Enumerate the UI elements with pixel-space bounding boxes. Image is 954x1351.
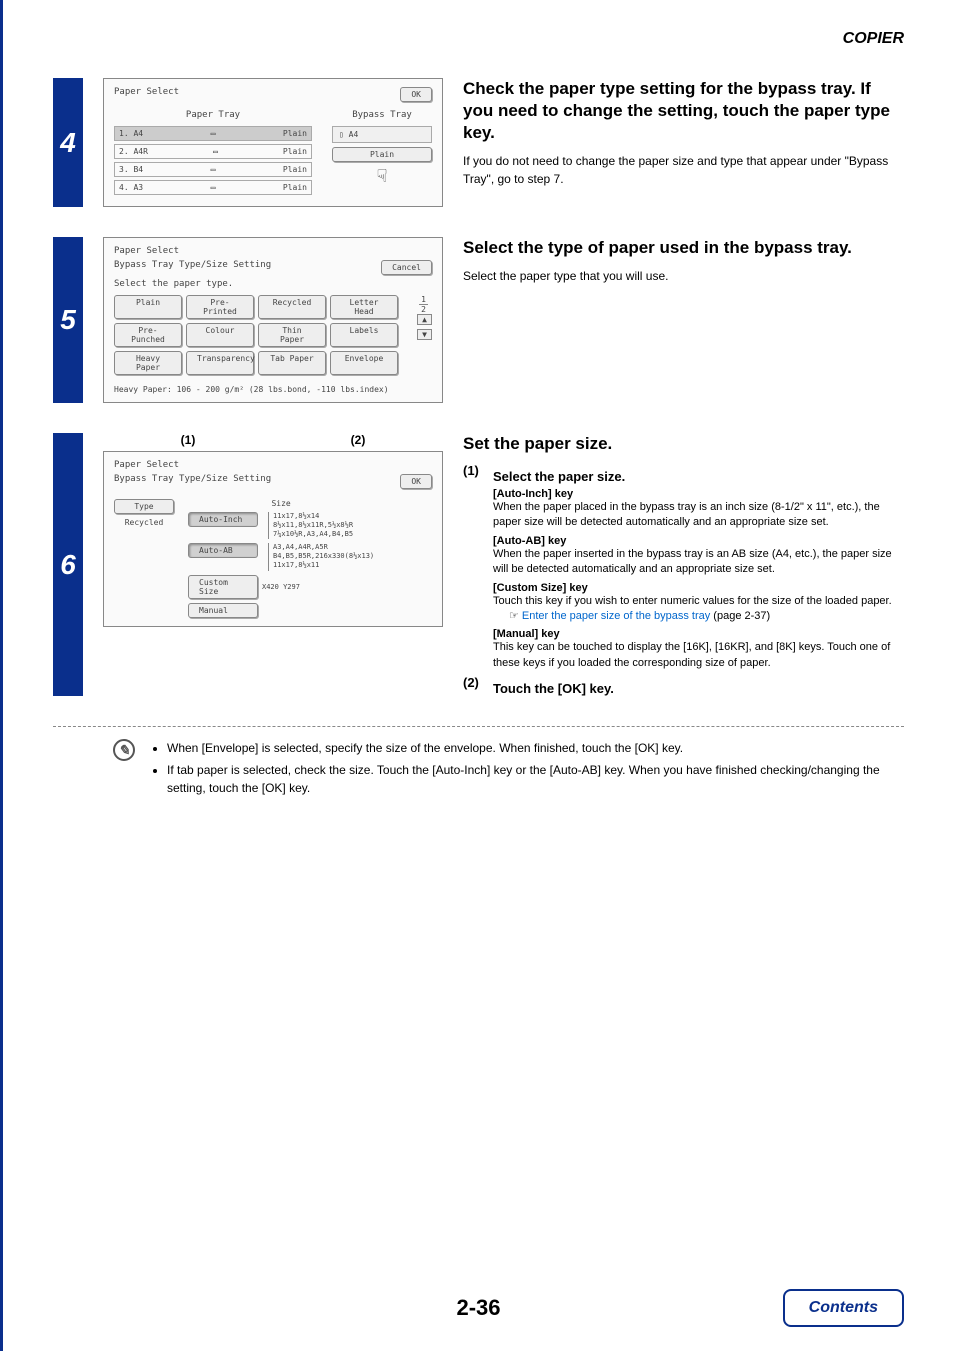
tip-block: ✎ When [Envelope] is selected, specify t… bbox=[53, 739, 904, 801]
paper-select-panel: Paper Select OK Paper Tray 1. A4▭Plain 2… bbox=[103, 78, 443, 207]
type-btn[interactable]: Pre-Printed bbox=[186, 295, 254, 319]
substep-heading: Touch the [OK] key. bbox=[493, 681, 904, 696]
panel-subtitle: Bypass Tray Type/Size Setting bbox=[114, 474, 271, 489]
custom-size-value: X420 Y297 bbox=[262, 583, 300, 591]
step-body: Select the paper type that you will use. bbox=[463, 267, 904, 285]
key-label: [Manual] key bbox=[493, 628, 904, 640]
callout-2: (2) bbox=[351, 433, 366, 447]
panel-title: Paper Select bbox=[114, 87, 179, 102]
type-btn[interactable]: Heavy Paper bbox=[114, 351, 182, 375]
substep-num: (1) bbox=[463, 463, 485, 671]
substep-heading: Select the paper size. bbox=[493, 469, 904, 484]
note-icon: ✎ bbox=[113, 739, 135, 761]
pointer-icon: ☟ bbox=[332, 166, 432, 187]
tray-row[interactable]: 2. A4R▭Plain bbox=[114, 144, 312, 159]
page-total: 2 bbox=[421, 305, 426, 314]
scroll-up-button[interactable]: ▲ bbox=[417, 314, 432, 325]
panel-title: Paper Select bbox=[114, 460, 432, 470]
panel-subtitle: Bypass Tray Type/Size Setting bbox=[114, 260, 271, 275]
heavy-paper-note: Heavy Paper: 106 - 200 g/m² (28 lbs.bond… bbox=[114, 385, 432, 394]
type-btn[interactable]: Tab Paper bbox=[258, 351, 326, 375]
type-btn[interactable]: Colour bbox=[186, 323, 254, 347]
step-4-text: Check the paper type setting for the byp… bbox=[463, 78, 904, 207]
type-btn[interactable]: Recycled bbox=[258, 295, 326, 319]
tray-row[interactable]: 1. A4▭Plain bbox=[114, 126, 312, 141]
step-number-4: 4 bbox=[53, 78, 83, 207]
key-label: [Auto-Inch] key bbox=[493, 488, 904, 500]
panel-title: Paper Select bbox=[114, 246, 432, 256]
type-value: Recycled bbox=[114, 518, 174, 527]
type-btn[interactable]: Letter Head bbox=[330, 295, 398, 319]
ok-button[interactable]: OK bbox=[400, 87, 432, 102]
ab-sizes: A3,A4,A4R,A5R B4,B5,B5R,216x330(8½x13) 1… bbox=[268, 543, 374, 570]
tray-row[interactable]: 3. B4▭Plain bbox=[114, 162, 312, 177]
step-title: Set the paper size. bbox=[463, 433, 904, 455]
inch-sizes: 11x17,8½x14 8½x11,8½x11R,5½x8½R 7¼x10½R,… bbox=[268, 512, 353, 539]
scroll-down-button[interactable]: ▼ bbox=[417, 329, 432, 340]
tray-row[interactable]: 4. A3▭Plain bbox=[114, 180, 312, 195]
step-5: 5 Paper Select Bypass Tray Type/Size Set… bbox=[53, 237, 904, 403]
bypass-tray-heading: Bypass Tray bbox=[332, 110, 432, 120]
size-label: Size bbox=[188, 499, 374, 508]
tip-item: If tab paper is selected, check the size… bbox=[167, 761, 904, 797]
page-footer: 2-36 Contents bbox=[3, 1295, 954, 1321]
step-6-text: Set the paper size. (1) Select the paper… bbox=[463, 433, 904, 696]
cancel-button[interactable]: Cancel bbox=[381, 260, 432, 275]
bypass-size: ▯ A4 bbox=[332, 126, 432, 143]
paper-size-panel: Paper Select Bypass Tray Type/Size Setti… bbox=[103, 451, 443, 627]
type-button[interactable]: Type bbox=[114, 499, 174, 514]
section-header: COPIER bbox=[53, 30, 904, 48]
auto-ab-button[interactable]: Auto-AB bbox=[188, 543, 258, 558]
paper-type-panel: Paper Select Bypass Tray Type/Size Setti… bbox=[103, 237, 443, 403]
step-title: Select the type of paper used in the byp… bbox=[463, 237, 904, 259]
page-indicator: 1 bbox=[419, 295, 428, 305]
panel-prompt: Select the paper type. bbox=[114, 279, 432, 289]
key-desc: This key can be touched to display the [… bbox=[493, 640, 904, 671]
type-btn[interactable]: Envelope bbox=[330, 351, 398, 375]
key-label: [Custom Size] key bbox=[493, 582, 904, 594]
separator bbox=[53, 726, 904, 727]
cross-ref-link[interactable]: Enter the paper size of the bypass tray bbox=[522, 610, 710, 622]
screenshot-6: (1) (2) Paper Select Bypass Tray Type/Si… bbox=[103, 433, 443, 696]
step-number-6: 6 bbox=[53, 433, 83, 696]
substep-num: (2) bbox=[463, 675, 485, 696]
type-btn[interactable]: Plain bbox=[114, 295, 182, 319]
step-number-5: 5 bbox=[53, 237, 83, 403]
step-6: 6 (1) (2) Paper Select Bypass Tray Type/… bbox=[53, 433, 904, 696]
step-body: If you do not need to change the paper s… bbox=[463, 152, 904, 188]
paper-tray-heading: Paper Tray bbox=[114, 110, 312, 120]
manual-button[interactable]: Manual bbox=[188, 603, 258, 618]
callout-1: (1) bbox=[181, 433, 196, 447]
key-desc: When the paper placed in the bypass tray… bbox=[493, 500, 904, 531]
key-desc: When the paper inserted in the bypass tr… bbox=[493, 547, 904, 578]
key-label: [Auto-AB] key bbox=[493, 535, 904, 547]
key-desc: Touch this key if you wish to enter nume… bbox=[493, 594, 904, 609]
step-5-text: Select the type of paper used in the byp… bbox=[463, 237, 904, 403]
page-number: 2-36 bbox=[456, 1295, 500, 1321]
step-title: Check the paper type setting for the byp… bbox=[463, 78, 904, 144]
custom-size-button[interactable]: Custom Size bbox=[188, 575, 258, 599]
type-btn[interactable]: Transparency bbox=[186, 351, 254, 375]
auto-inch-button[interactable]: Auto-Inch bbox=[188, 512, 258, 527]
type-btn[interactable]: Labels bbox=[330, 323, 398, 347]
paper-type-grid: Plain Pre-Printed Recycled Letter Head P… bbox=[114, 295, 409, 375]
contents-button[interactable]: Contents bbox=[783, 1289, 904, 1327]
ok-button[interactable]: OK bbox=[400, 474, 432, 489]
bypass-type-button[interactable]: Plain bbox=[332, 147, 432, 162]
cross-ref-page: (page 2-37) bbox=[710, 610, 770, 622]
type-btn[interactable]: Pre-Punched bbox=[114, 323, 182, 347]
page: COPIER 4 Paper Select OK Paper Tray 1. A… bbox=[0, 0, 954, 1351]
step-4: 4 Paper Select OK Paper Tray 1. A4▭Plain… bbox=[53, 78, 904, 207]
tip-item: When [Envelope] is selected, specify the… bbox=[167, 739, 904, 757]
type-btn[interactable]: Thin Paper bbox=[258, 323, 326, 347]
screenshot-4: Paper Select OK Paper Tray 1. A4▭Plain 2… bbox=[103, 78, 443, 207]
screenshot-5: Paper Select Bypass Tray Type/Size Setti… bbox=[103, 237, 443, 403]
